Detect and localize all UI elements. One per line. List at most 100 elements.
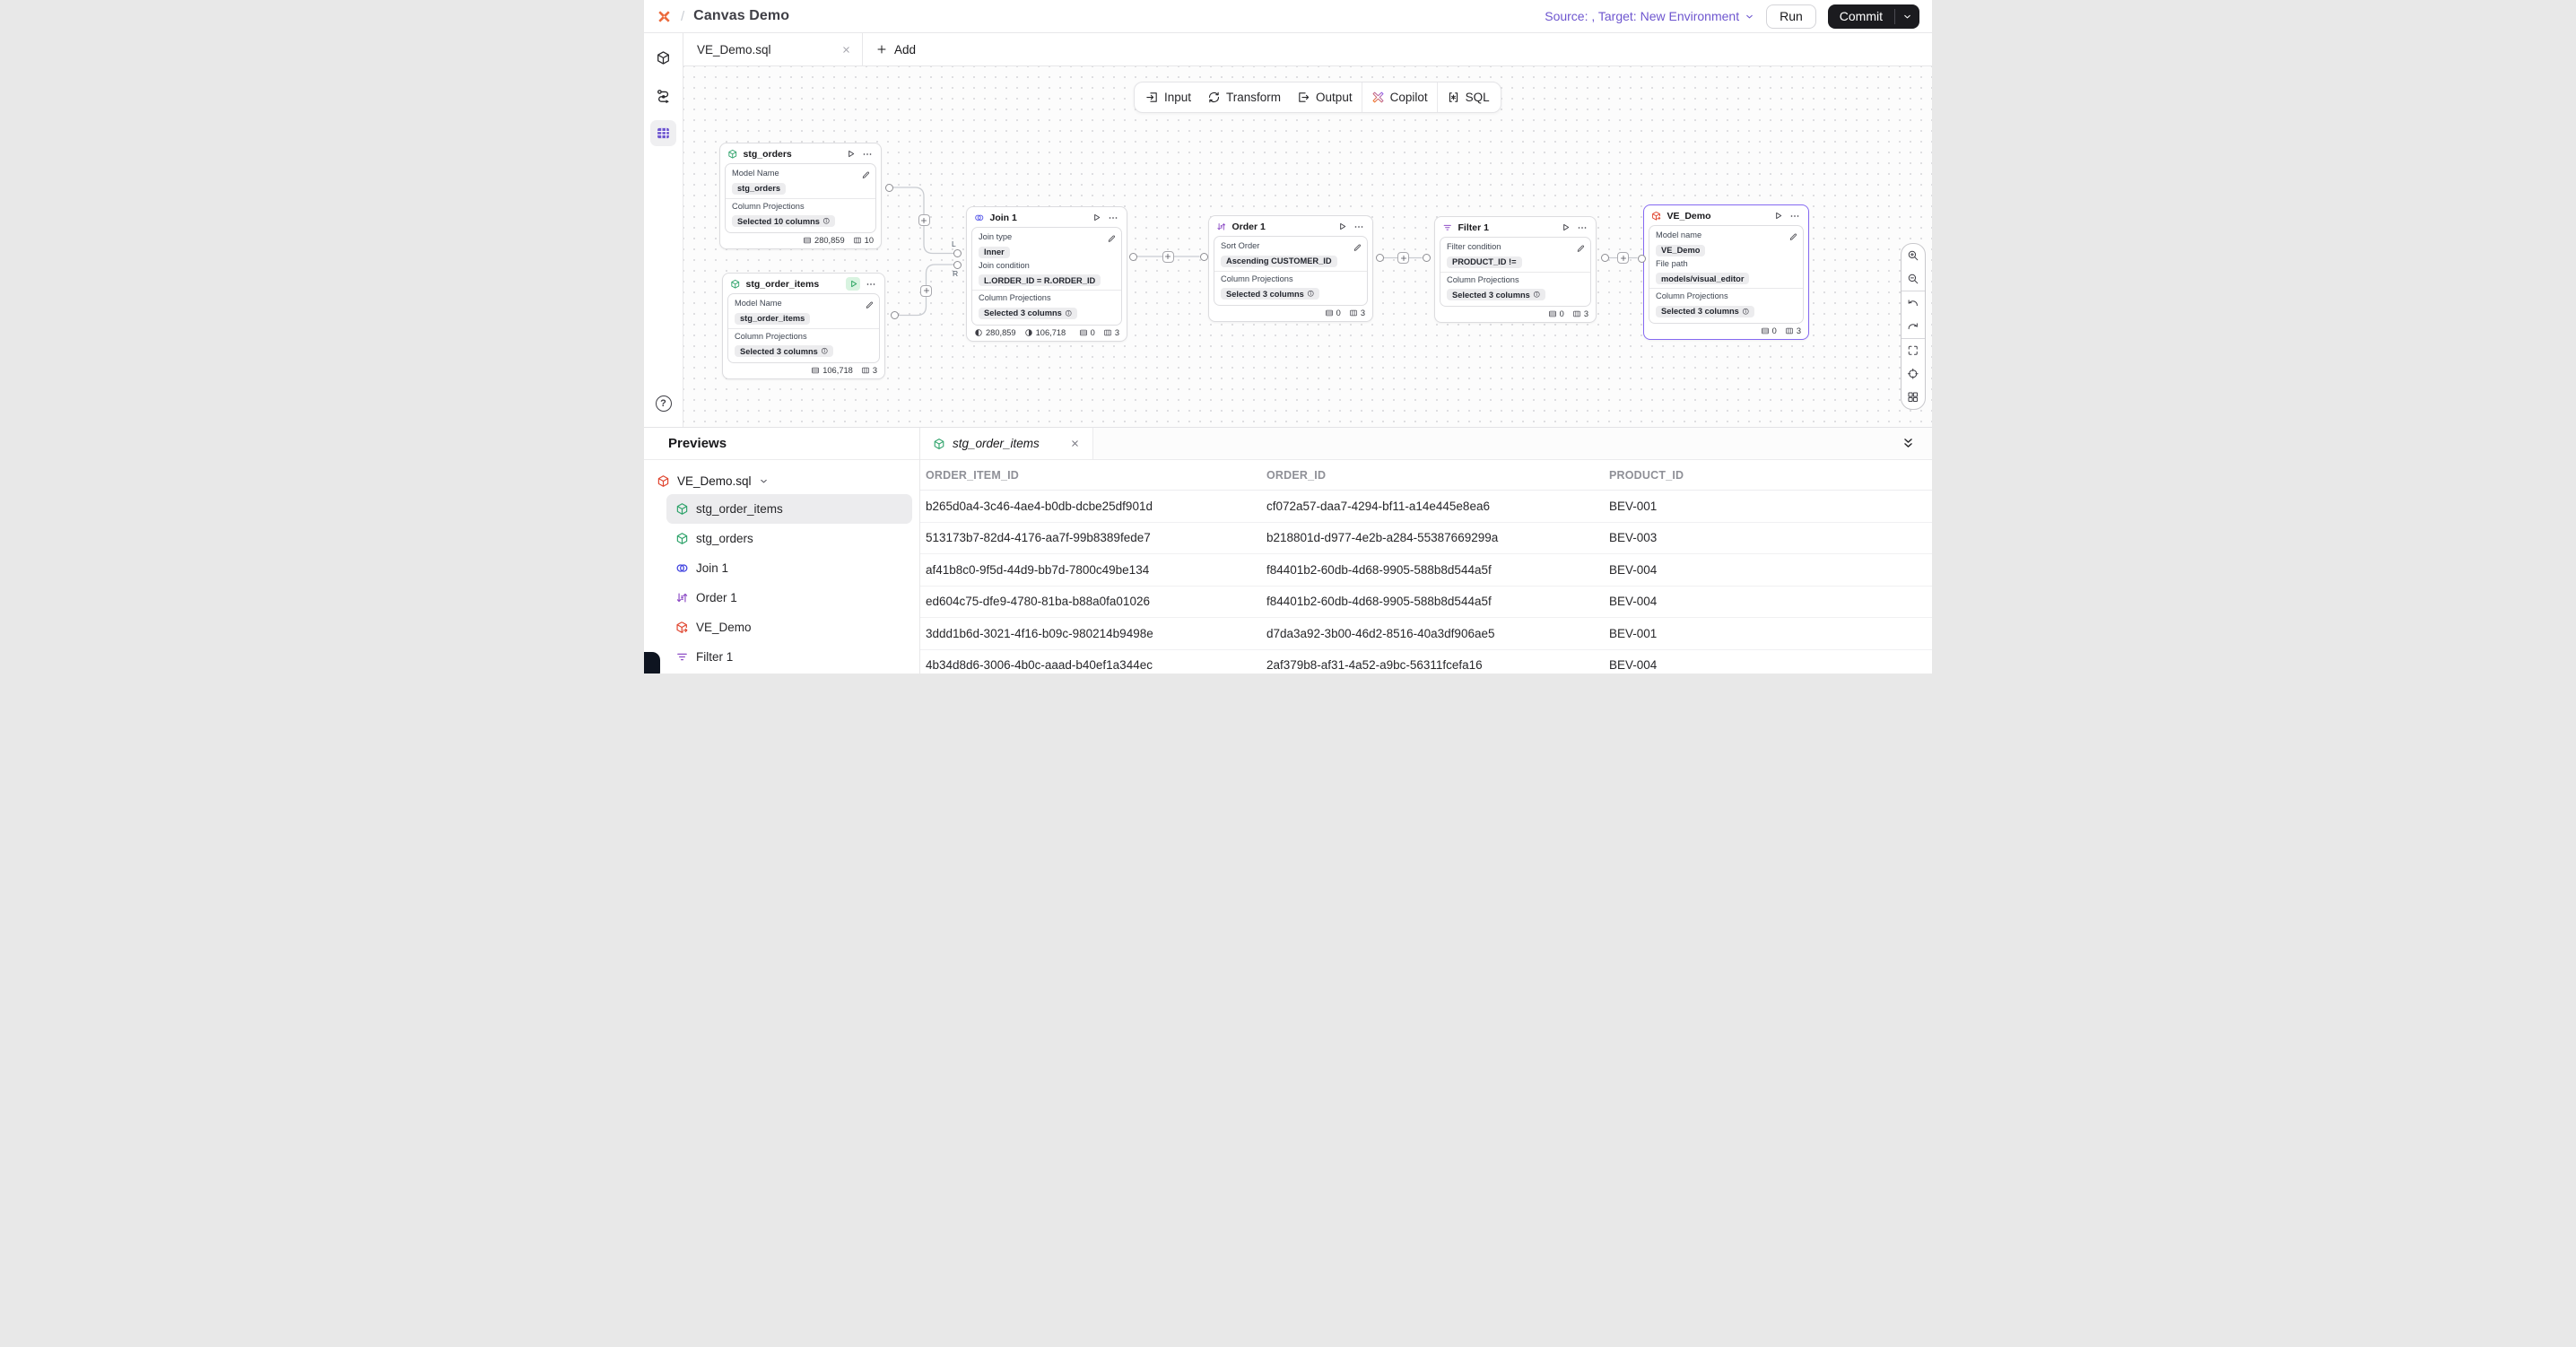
toolbar-transform-button[interactable]: Transform xyxy=(1199,83,1289,112)
info-icon[interactable] xyxy=(1307,290,1315,298)
output-port[interactable] xyxy=(1129,253,1137,261)
output-port[interactable] xyxy=(1601,254,1609,262)
chevron-down-icon[interactable] xyxy=(759,476,769,486)
cell-order-item-id: af41b8c0-9f5d-44d9-bb7d-7800c49be134 xyxy=(926,563,1266,577)
zoom-out-icon xyxy=(1907,273,1919,285)
chat-widget-button[interactable] xyxy=(644,652,660,674)
more-options-button[interactable] xyxy=(862,148,874,160)
cell-order-item-id: 513173b7-82d4-4176-aa7f-99b8389fede7 xyxy=(926,531,1266,544)
tree-item-join-1[interactable]: Join 1 xyxy=(666,553,912,583)
row-count-stat: 0 xyxy=(1079,328,1095,337)
tree-item-stg-orders[interactable]: stg_orders xyxy=(666,524,912,553)
info-icon[interactable] xyxy=(822,217,831,225)
output-port[interactable] xyxy=(885,184,893,192)
insert-node-button[interactable] xyxy=(918,214,930,226)
locate-button[interactable] xyxy=(1901,362,1926,386)
rail-models-button[interactable] xyxy=(650,45,676,71)
edit-icon[interactable] xyxy=(865,298,875,308)
add-tab-button[interactable]: Add xyxy=(863,33,929,65)
output-port[interactable] xyxy=(1376,254,1384,262)
node-stats: 106,718 3 xyxy=(723,363,884,378)
output-model-icon xyxy=(657,474,670,488)
more-options-button[interactable] xyxy=(1108,212,1119,223)
toolbar-input-button[interactable]: Input xyxy=(1137,83,1199,112)
input-port[interactable] xyxy=(1638,255,1646,263)
info-icon[interactable] xyxy=(1742,308,1750,316)
more-options-button[interactable] xyxy=(866,278,877,290)
node-filter-1[interactable]: Filter 1 Filter condition PRODUCT_ID != … xyxy=(1434,216,1597,323)
zoom-out-button[interactable] xyxy=(1901,267,1926,291)
tree-item-ve-demo[interactable]: VE_Demo xyxy=(666,613,912,642)
table-row: b265d0a4-3c46-4ae4-b0db-dcbe25df901d cf0… xyxy=(920,491,1932,523)
more-options-button[interactable] xyxy=(1577,222,1588,233)
cell-order-id: 2af379b8-af31-4a52-a9bc-56311fcefa16 xyxy=(1266,658,1609,672)
file-tab-active[interactable]: VE_Demo.sql xyxy=(683,33,863,65)
node-stg-order-items[interactable]: stg_order_items Model Name stg_order_ite… xyxy=(722,273,885,379)
join-left-input-port[interactable] xyxy=(953,249,962,257)
toolbar-output-button[interactable]: Output xyxy=(1289,83,1361,112)
edit-icon[interactable] xyxy=(1353,240,1362,250)
insert-node-button[interactable] xyxy=(920,285,932,297)
preview-tab-strip: stg_order_items xyxy=(920,428,1932,460)
more-options-button[interactable] xyxy=(1789,210,1801,222)
projections-chip: Selected 3 columns xyxy=(1447,289,1545,300)
edit-icon[interactable] xyxy=(1107,231,1117,241)
output-port[interactable] xyxy=(891,311,899,319)
node-order-1[interactable]: Order 1 Sort Order Ascending CUSTOMER_ID… xyxy=(1208,215,1373,322)
input-port[interactable] xyxy=(1200,253,1208,261)
toolbar-divider xyxy=(1437,83,1438,112)
column-count-stat: 3 xyxy=(1349,309,1365,317)
toolbar-copilot-button[interactable]: Copilot xyxy=(1363,83,1436,112)
tree-item-label: stg_order_items xyxy=(696,502,783,516)
preview-tab-stg-order-items[interactable]: stg_order_items xyxy=(920,428,1093,459)
fit-view-button[interactable] xyxy=(1901,339,1926,362)
play-button[interactable] xyxy=(1772,210,1784,222)
layout-grid-button[interactable] xyxy=(1901,386,1926,409)
input-port[interactable] xyxy=(1423,254,1431,262)
environment-selector[interactable]: Source: , Target: New Environment xyxy=(1545,9,1754,23)
tree-item-stg-order-items[interactable]: stg_order_items xyxy=(666,494,912,524)
sort-icon xyxy=(675,591,689,604)
tree-item-order-1[interactable]: Order 1 xyxy=(666,583,912,613)
divider xyxy=(726,198,875,199)
commit-caret-button[interactable] xyxy=(1895,4,1919,29)
toolbar-sql-button[interactable]: SQL xyxy=(1439,83,1498,112)
toolbar-input-label: Input xyxy=(1164,91,1191,104)
insert-node-button[interactable] xyxy=(1617,252,1629,264)
play-button[interactable] xyxy=(1091,212,1102,223)
previews-sidebar: Previews VE_Demo.sql stg_order_items stg… xyxy=(644,428,920,674)
collapse-panel-button[interactable] xyxy=(1901,436,1916,451)
info-icon[interactable] xyxy=(1533,291,1541,299)
join-right-input-port[interactable] xyxy=(953,261,962,269)
brand-logo-icon[interactable] xyxy=(657,9,672,24)
node-join-1[interactable]: Join 1 Join type Inner Join condition L.… xyxy=(966,206,1127,342)
help-button[interactable]: ? xyxy=(656,395,672,412)
play-button[interactable] xyxy=(846,277,860,291)
commit-split-button[interactable]: Commit xyxy=(1828,4,1919,29)
edit-icon[interactable] xyxy=(1788,230,1798,239)
run-button[interactable]: Run xyxy=(1766,4,1816,29)
commit-button[interactable]: Commit xyxy=(1828,4,1894,29)
redo-button[interactable] xyxy=(1901,315,1926,338)
node-stg-orders[interactable]: stg_orders Model Name stg_orders Column … xyxy=(719,143,882,249)
tree-item-filter-1[interactable]: Filter 1 xyxy=(666,642,912,672)
close-icon[interactable] xyxy=(1070,439,1080,448)
close-icon[interactable] xyxy=(841,45,851,55)
insert-node-button[interactable] xyxy=(1162,251,1174,263)
info-icon[interactable] xyxy=(1065,309,1073,317)
node-ve-demo[interactable]: VE_Demo Model name VE_Demo File path mod… xyxy=(1643,204,1809,340)
insert-node-button[interactable] xyxy=(1397,252,1409,264)
canvas[interactable]: Input Transform Output Copilot SQL xyxy=(683,66,1932,427)
rail-lineage-button[interactable] xyxy=(650,83,676,109)
tree-root-ve-demo-sql[interactable]: VE_Demo.sql xyxy=(655,467,912,494)
play-button[interactable] xyxy=(1560,222,1571,233)
more-options-button[interactable] xyxy=(1353,221,1365,232)
undo-button[interactable] xyxy=(1901,291,1926,315)
info-icon[interactable] xyxy=(821,347,829,355)
zoom-in-button[interactable] xyxy=(1901,244,1926,267)
play-button[interactable] xyxy=(845,148,857,160)
rail-canvas-button[interactable] xyxy=(650,120,676,146)
edit-icon[interactable] xyxy=(861,168,871,178)
play-button[interactable] xyxy=(1336,221,1348,232)
edit-icon[interactable] xyxy=(1576,241,1586,251)
